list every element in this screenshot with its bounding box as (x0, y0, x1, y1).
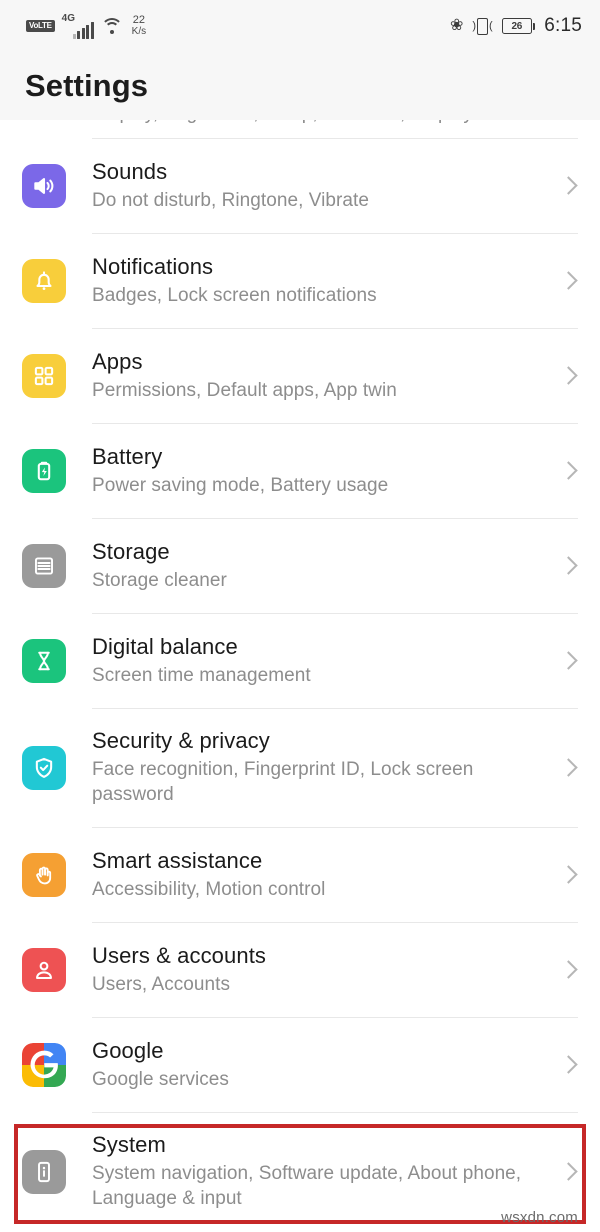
settings-item-text: Security & privacy Face recognition, Fin… (66, 728, 560, 807)
chevron-right-icon[interactable] (560, 462, 578, 480)
status-bar-left: VoLTE 4G 22 K/s (26, 12, 147, 39)
settings-item-subtitle: Face recognition, Fingerprint ID, Lock s… (92, 759, 474, 805)
vibrate-icon: )( (472, 17, 493, 35)
chevron-right-icon[interactable] (560, 652, 578, 670)
settings-item-title: Digital balance (92, 633, 238, 659)
settings-list[interactable]: Display, Brightness, Sleep, Font size, D… (0, 120, 600, 1232)
settings-item-text: Sounds Do not disturb, Ringtone, Vibrate (66, 159, 560, 214)
person-icon (22, 948, 66, 992)
settings-item-text: Battery Power saving mode, Battery usage (66, 444, 560, 499)
bluetooth-icon: ❀ (449, 17, 464, 34)
settings-item-security-privacy[interactable]: Security & privacy Face recognition, Fin… (0, 709, 600, 827)
settings-item-text: Google Google services (66, 1038, 560, 1093)
settings-item-subtitle: System navigation, Software update, Abou… (92, 1163, 522, 1209)
hourglass-icon (22, 639, 66, 683)
speaker-icon (22, 164, 66, 208)
shield-check-icon (22, 746, 66, 790)
network-speed-value: 22 (132, 13, 145, 26)
settings-item-title: Storage (92, 538, 170, 564)
settings-item-subtitle: Users, Accounts (92, 973, 231, 995)
hand-icon (22, 853, 66, 897)
signal-bars (72, 21, 94, 39)
status-bar: VoLTE 4G 22 K/s ❀ )( 26 6:15 (0, 0, 600, 52)
settings-item-text: Smart assistance Accessibility, Motion c… (66, 848, 560, 903)
settings-item-title: Smart assistance (92, 847, 263, 873)
chevron-right-icon[interactable] (560, 1163, 578, 1181)
settings-item-title: Users & accounts (92, 942, 267, 968)
network-speed-indicator: 22 K/s (131, 13, 147, 37)
phone-info-icon (22, 1150, 66, 1194)
settings-item-subtitle: Permissions, Default apps, App twin (92, 379, 397, 401)
page-header: Settings (0, 52, 600, 120)
network-type-label: 4G (61, 12, 75, 24)
settings-item-apps[interactable]: Apps Permissions, Default apps, App twin (0, 329, 600, 423)
chevron-right-icon[interactable] (560, 961, 578, 979)
settings-item-text: Digital balance Screen time management (66, 634, 560, 689)
settings-item-subtitle: Storage cleaner (92, 569, 227, 591)
settings-item-storage[interactable]: Storage Storage cleaner (0, 519, 600, 613)
settings-item-subtitle: Badges, Lock screen notifications (92, 284, 377, 306)
settings-item-title: Sounds (92, 158, 168, 184)
settings-item-notifications[interactable]: Notifications Badges, Lock screen notifi… (0, 234, 600, 328)
storage-icon (22, 544, 66, 588)
page-title: Settings (25, 68, 149, 103)
chevron-right-icon[interactable] (560, 866, 578, 884)
wifi-icon (100, 17, 123, 35)
settings-item-text: Apps Permissions, Default apps, App twin (66, 349, 560, 404)
settings-item-subtitle: Power saving mode, Battery usage (92, 474, 389, 496)
settings-item-sounds[interactable]: Sounds Do not disturb, Ringtone, Vibrate (0, 139, 600, 233)
settings-item-text: Users & accounts Users, Accounts (66, 943, 560, 998)
settings-item-subtitle: Do not disturb, Ringtone, Vibrate (92, 189, 369, 211)
chevron-right-icon[interactable] (560, 367, 578, 385)
settings-item-text: System System navigation, Software updat… (66, 1132, 560, 1211)
settings-item-google[interactable]: Google Google services (0, 1018, 600, 1112)
chevron-right-icon[interactable] (560, 1056, 578, 1074)
chevron-right-icon[interactable] (560, 177, 578, 195)
settings-item-smart-assistance[interactable]: Smart assistance Accessibility, Motion c… (0, 828, 600, 922)
settings-item-text: Notifications Badges, Lock screen notifi… (66, 254, 560, 309)
battery-icon: 26 (501, 18, 536, 34)
settings-item-users-accounts[interactable]: Users & accounts Users, Accounts (0, 923, 600, 1017)
status-bar-clock: 6:15 (544, 15, 582, 36)
settings-item-subtitle: Accessibility, Motion control (92, 878, 326, 900)
cellular-signal-icon: 4G (61, 12, 94, 39)
settings-screen: VoLTE 4G 22 K/s ❀ )( 26 6:15 Settings So… (0, 0, 600, 1232)
settings-item-text: Storage Storage cleaner (66, 539, 560, 594)
settings-item-subtitle: Screen time management (92, 664, 311, 686)
chevron-right-icon[interactable] (560, 272, 578, 290)
watermark-label: wsxdn.com (501, 1209, 578, 1226)
settings-item-battery[interactable]: Battery Power saving mode, Battery usage (0, 424, 600, 518)
clipped-previous-row-label: Display, Brightness, Sleep, Font size, D… (92, 120, 473, 125)
settings-item-title: Notifications (92, 253, 214, 279)
clipped-previous-row[interactable]: Display, Brightness, Sleep, Font size, D… (0, 120, 600, 138)
settings-item-title: System (92, 1132, 166, 1158)
settings-item-title: Security & privacy (92, 728, 270, 754)
settings-item-title: Google (92, 1037, 164, 1063)
google-logo-icon (22, 1043, 66, 1087)
app-grid-icon (22, 354, 66, 398)
battery-level-label: 26 (501, 18, 532, 34)
settings-item-title: Apps (92, 348, 143, 374)
settings-item-digital-balance[interactable]: Digital balance Screen time management (0, 614, 600, 708)
settings-item-subtitle: Google services (92, 1068, 229, 1090)
network-speed-unit: K/s (131, 25, 147, 37)
settings-item-title: Battery (92, 443, 163, 469)
chevron-right-icon[interactable] (560, 557, 578, 575)
volte-icon: VoLTE (26, 20, 55, 32)
battery-bolt-icon (22, 449, 66, 493)
bell-icon (22, 259, 66, 303)
status-bar-right: ❀ )( 26 6:15 (450, 15, 582, 37)
chevron-right-icon[interactable] (560, 759, 578, 777)
